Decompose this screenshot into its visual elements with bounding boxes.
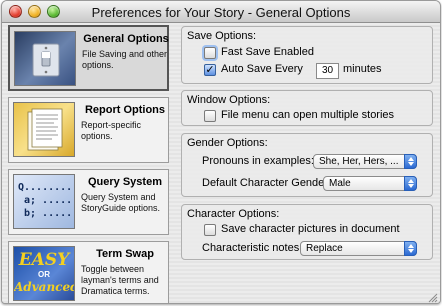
multi-story-checkbox[interactable] <box>204 110 216 122</box>
query-thumb-line: Q...........? <box>18 182 74 193</box>
sidebar-item-query-system[interactable]: Q...........? a; ..... b; ..... Query Sy… <box>8 169 169 235</box>
title-bar[interactable]: Preferences for Your Story - General Opt… <box>2 1 440 23</box>
fast-save-label: Fast Save Enabled <box>221 46 314 58</box>
resize-grip-icon[interactable] <box>427 292 438 303</box>
query-form-icon: Q...........? a; ..... b; ..... <box>13 174 75 229</box>
save-pictures-checkbox[interactable] <box>204 224 216 236</box>
window-options-group: Window Options: File menu can open multi… <box>181 90 433 126</box>
default-gender-popup[interactable]: Male <box>323 176 417 191</box>
notes-popup[interactable]: Replace <box>300 241 417 256</box>
save-options-group: Save Options: Fast Save Enabled ✓ Auto S… <box>181 26 433 84</box>
pronouns-popup[interactable]: She, Her, Hers, ... <box>313 154 417 169</box>
save-pictures-label: Save character pictures in document <box>221 223 400 235</box>
query-thumb-line: b; ..... <box>24 208 73 219</box>
sidebar-item-report-options[interactable]: Report Options Report-specific options. <box>8 97 169 163</box>
auto-save-minutes-input[interactable]: 30 <box>316 63 339 79</box>
content-area: General Options File Saving and other op… <box>2 23 440 303</box>
notes-value: Replace <box>306 243 343 254</box>
group-title: Save Options: <box>187 30 257 42</box>
window-title: Preferences for Your Story - General Opt… <box>91 5 351 20</box>
sidebar-item-title: Term Swap <box>96 248 154 260</box>
group-title: Character Options: <box>187 208 280 220</box>
easy-thumb-text: EASY <box>18 250 70 270</box>
fast-save-checkbox[interactable] <box>204 47 216 59</box>
default-gender-label: Default Character Gender: <box>202 177 332 189</box>
group-title: Window Options: <box>187 94 271 106</box>
multi-story-label: File menu can open multiple stories <box>221 109 395 121</box>
sidebar-item-general-options[interactable]: General Options File Saving and other op… <box>8 25 169 91</box>
advanced-thumb-text: Advanced <box>14 280 75 294</box>
chevron-updown-icon <box>404 241 417 256</box>
chevron-updown-icon <box>404 176 417 191</box>
default-gender-value: Male <box>329 178 351 189</box>
pronouns-value: She, Her, Hers, ... <box>319 156 399 167</box>
sidebar-item-title: General Options <box>83 33 169 45</box>
preferences-window: Preferences for Your Story - General Opt… <box>1 0 441 304</box>
sidebar-item-title: Query System <box>88 176 162 188</box>
easy-advanced-icon: EASY OR Advanced <box>13 246 75 301</box>
auto-save-checkbox[interactable]: ✓ <box>204 64 216 76</box>
sidebar-item-desc: Report-specific options. <box>81 120 142 141</box>
pronouns-label: Pronouns in examples: <box>202 155 314 167</box>
light-switch-icon <box>14 31 76 86</box>
sidebar-item-title: Report Options <box>84 104 166 116</box>
sidebar-item-desc: File Saving and other options. <box>82 49 168 70</box>
or-thumb-text: OR <box>38 270 50 279</box>
query-thumb-line: a; ..... <box>24 195 73 206</box>
notes-label: Characteristic notes: <box>202 242 303 254</box>
sidebar-item-desc: Toggle between layman's terms and Dramat… <box>81 264 159 296</box>
gender-options-group: Gender Options: Pronouns in examples: Sh… <box>181 133 433 197</box>
sidebar-item-term-swap[interactable]: EASY OR Advanced Term Swap Toggle betwee… <box>8 241 169 303</box>
character-options-group: Character Options: Save character pictur… <box>181 204 433 260</box>
group-title: Gender Options: <box>187 137 268 149</box>
auto-save-label: Auto Save Every <box>221 63 303 75</box>
minutes-label: minutes <box>343 63 382 75</box>
chevron-updown-icon <box>404 154 417 169</box>
report-pages-icon <box>13 102 75 157</box>
sidebar-item-desc: Query System and StoryGuide options. <box>81 192 161 213</box>
